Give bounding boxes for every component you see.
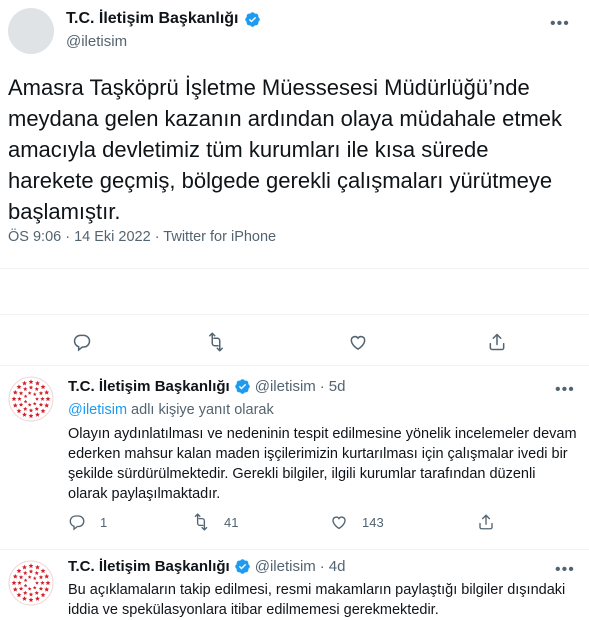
- replying-to: @iletisim adlı kişiye yanıt olarak: [68, 402, 274, 418]
- reply-author-row: T.C. İletişim Başkanlığı @iletisim · 5d: [68, 378, 345, 395]
- author-name[interactable]: T.C. İletişim Başkanlığı: [66, 10, 239, 28]
- main-tweet: T.C. İletişim Başkanlığı @iletisim ••• A…: [0, 0, 589, 366]
- tweet-actions: 1 41 143: [68, 513, 508, 535]
- main-author-row: T.C. İletişim Başkanlığı: [66, 10, 261, 28]
- tweet-time[interactable]: 4d: [329, 558, 346, 575]
- reply-button[interactable]: [72, 332, 92, 352]
- share-button[interactable]: [487, 332, 507, 352]
- avatar[interactable]: [8, 560, 54, 606]
- retweet-icon: [194, 513, 208, 531]
- tweet-text: Amasra Taşköprü İşletme Müessesesi Müdür…: [8, 75, 563, 224]
- avatar[interactable]: [8, 8, 54, 54]
- reply-icon: [69, 515, 85, 531]
- like-icon: [350, 335, 366, 350]
- author-handle[interactable]: @iletisim: [66, 33, 127, 50]
- author-name[interactable]: T.C. İletişim Başkanlığı: [68, 378, 230, 395]
- tweet-meta[interactable]: ÖS 9:06 · 14 Eki 2022 · Twitter for iPho…: [8, 229, 276, 245]
- iletisim-logo-icon: [8, 560, 54, 606]
- verified-badge-icon: [234, 379, 250, 394]
- share-icon: [479, 514, 493, 530]
- mention-link[interactable]: @iletisim: [68, 402, 127, 418]
- reply-author-row: T.C. İletişim Başkanlığı @iletisim · 4d: [68, 558, 345, 575]
- reply-icon: [73, 334, 91, 352]
- verified-badge-icon: [234, 559, 250, 574]
- reply-count: 1: [100, 514, 108, 530]
- retweet-button[interactable]: [206, 332, 226, 352]
- like-button[interactable]: [348, 332, 368, 352]
- like-icon: [332, 516, 346, 530]
- verified-badge-icon: [244, 11, 260, 27]
- reply-button[interactable]: 1: [68, 513, 107, 531]
- author-handle[interactable]: @iletisim: [255, 378, 316, 395]
- author-name[interactable]: T.C. İletişim Başkanlığı: [68, 558, 230, 575]
- share-icon: [489, 333, 505, 351]
- tweet-actions: [0, 326, 589, 358]
- like-count: 143: [362, 514, 384, 530]
- author-handle[interactable]: @iletisim: [255, 558, 316, 575]
- tweet-text: Olayın aydınlatılması ve nedeninin tespi…: [68, 426, 577, 502]
- retweet-count: 41: [224, 514, 239, 530]
- divider: [0, 268, 589, 269]
- reply-tweet[interactable]: T.C. İletişim Başkanlığı @iletisim · 4d …: [0, 550, 589, 620]
- reply-tweet[interactable]: T.C. İletişim Başkanlığı @iletisim · 5d …: [0, 366, 589, 550]
- replying-to-label: adlı kişiye yanıt olarak: [127, 402, 274, 418]
- separator-dot: ·: [319, 558, 325, 575]
- divider: [0, 314, 589, 315]
- iletisim-logo-icon: [8, 376, 54, 422]
- separator-dot: ·: [319, 378, 325, 395]
- more-icon[interactable]: •••: [555, 382, 575, 398]
- avatar[interactable]: [8, 376, 54, 422]
- share-button[interactable]: [477, 513, 495, 531]
- like-button[interactable]: 143: [330, 513, 384, 531]
- retweet-button[interactable]: 41: [192, 513, 238, 531]
- retweet-icon: [209, 332, 223, 352]
- tweet-text: Bu açıklamaların takip edilmesi, resmi m…: [68, 582, 566, 618]
- more-icon[interactable]: •••: [550, 16, 570, 32]
- tweet-time[interactable]: 5d: [329, 378, 346, 395]
- more-icon[interactable]: •••: [555, 562, 575, 578]
